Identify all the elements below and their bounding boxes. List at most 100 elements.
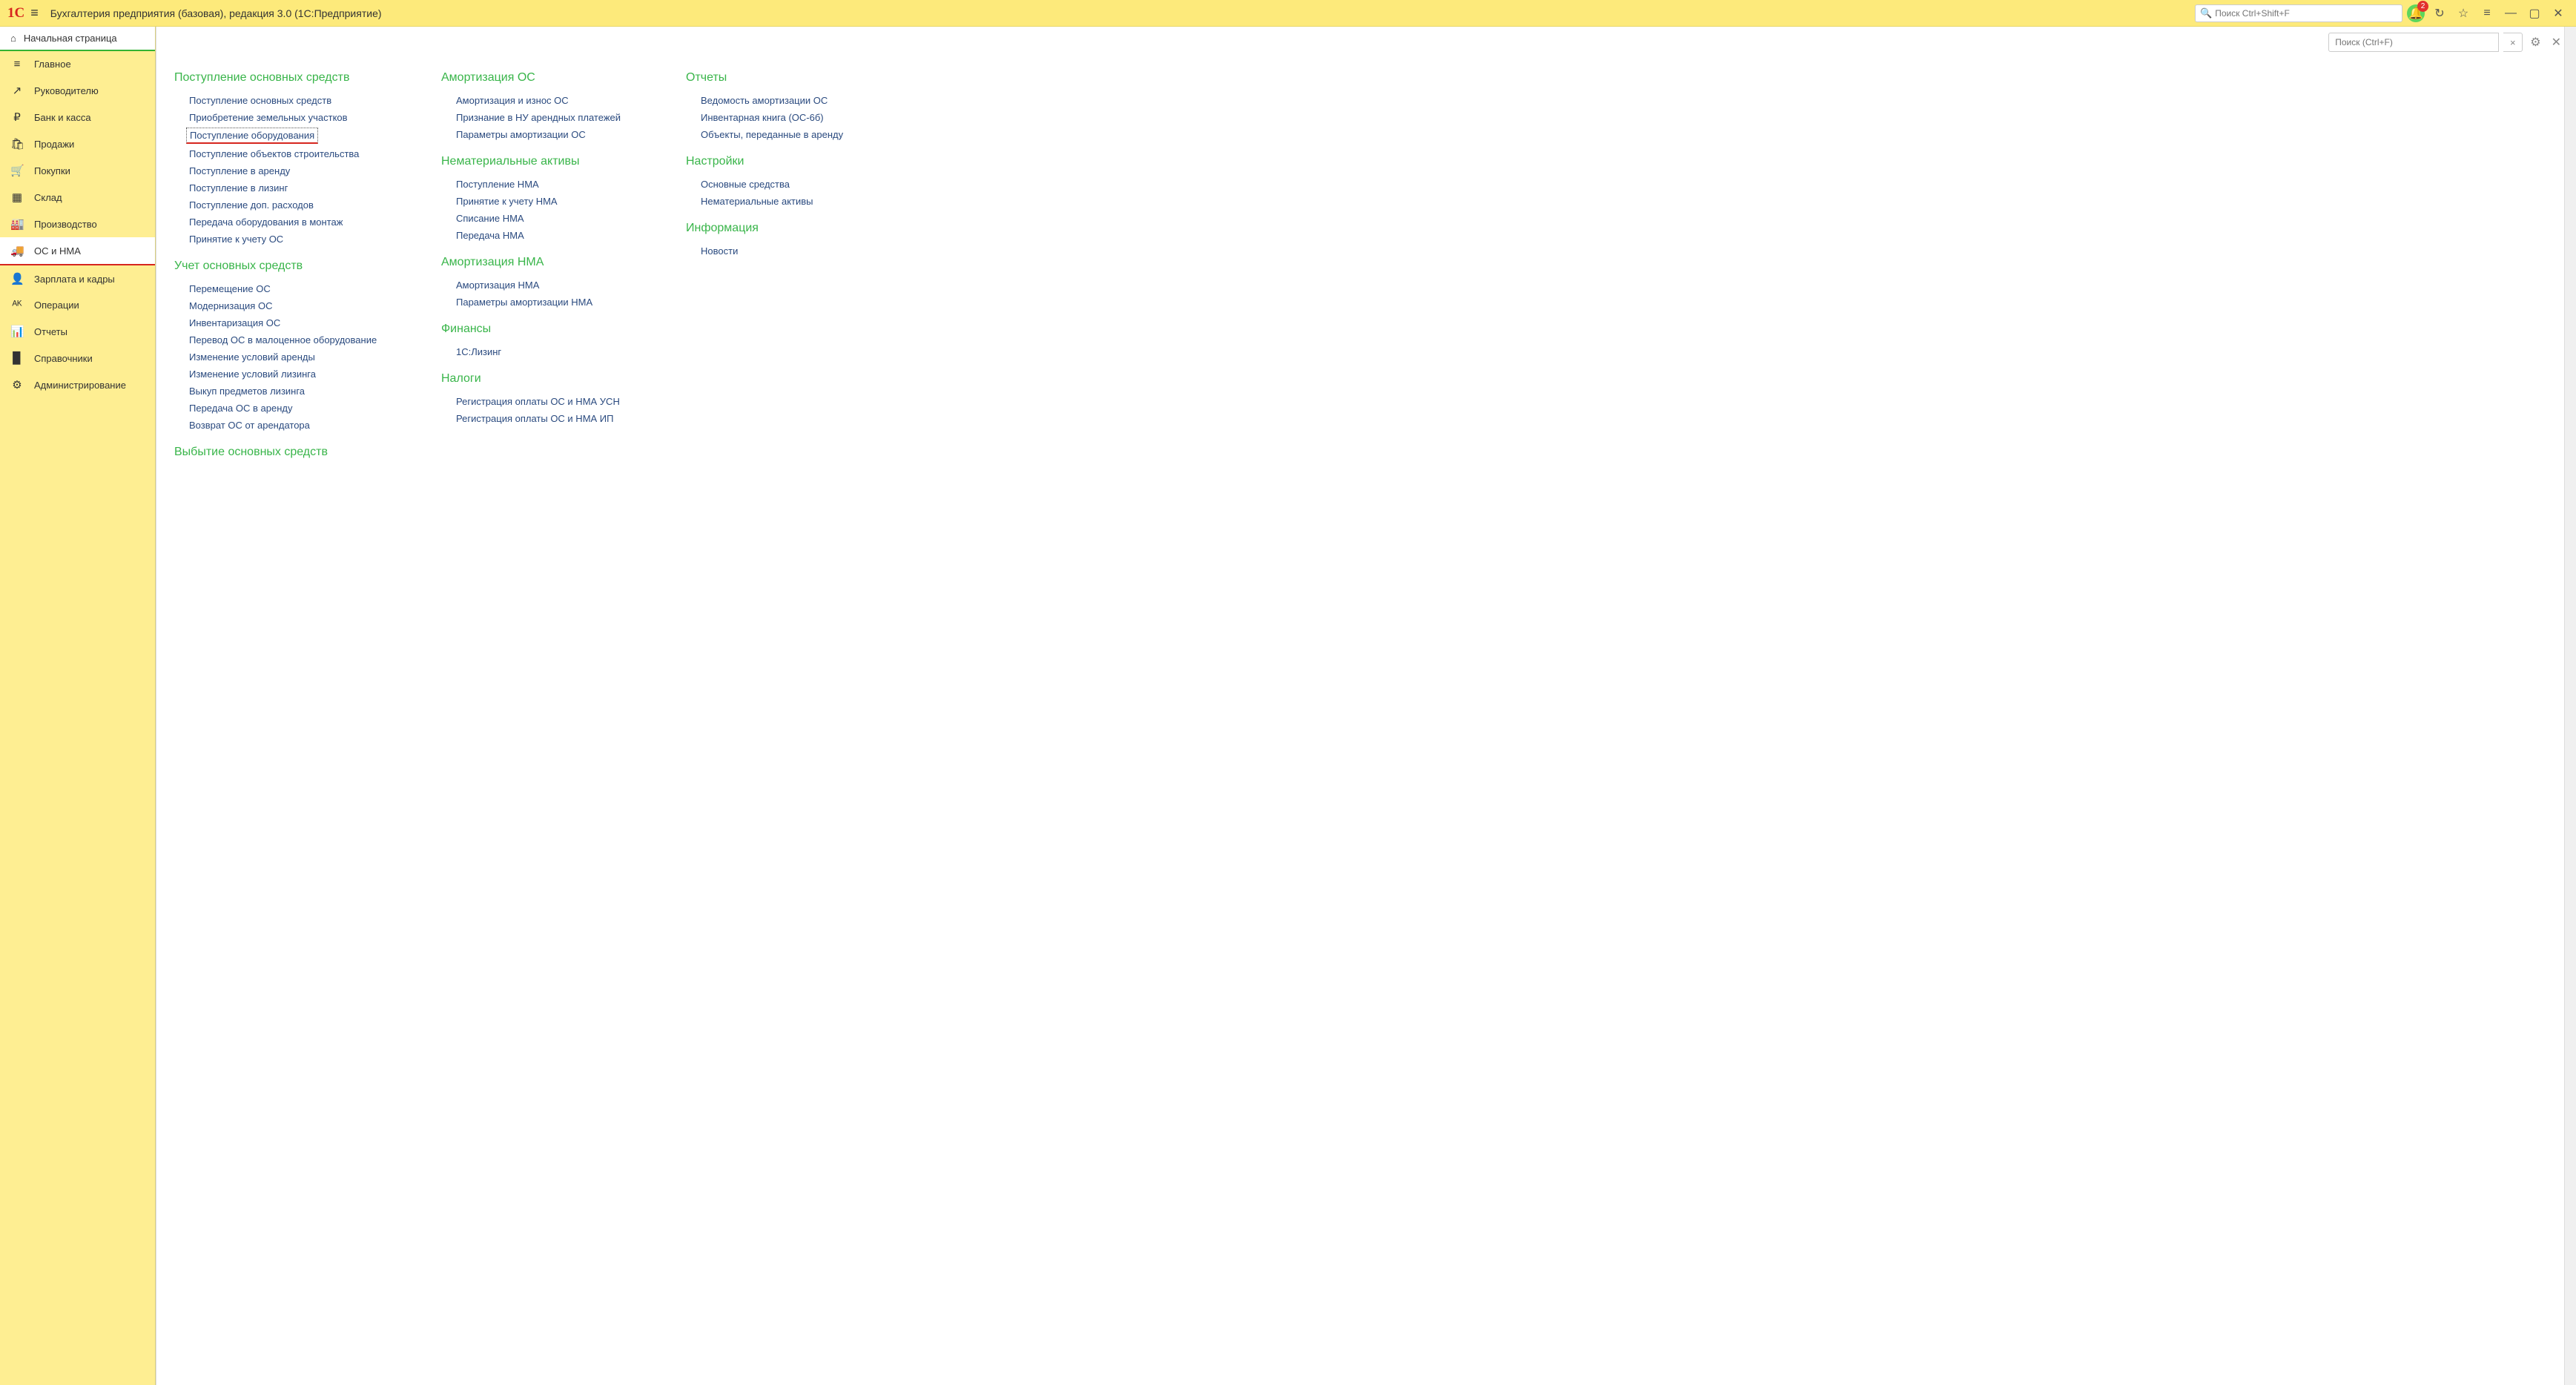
sidebar-item-label: Администрирование bbox=[34, 380, 126, 391]
sidebar-icon: ↗ bbox=[10, 84, 24, 97]
nav-link[interactable]: Поступление объектов строительства bbox=[189, 145, 434, 162]
nav-link[interactable]: Параметры амортизации НМА bbox=[456, 294, 678, 311]
group-heading[interactable]: Амортизация ОС bbox=[441, 71, 678, 85]
sidebar-icon: ᴬᴷ bbox=[10, 299, 24, 311]
sidebar-icon: ▦ bbox=[10, 191, 24, 204]
group-heading[interactable]: Отчеты bbox=[686, 71, 894, 85]
nav-link[interactable]: Возврат ОС от арендатора bbox=[189, 417, 434, 434]
group: Налоги Регистрация оплаты ОС и НМА УСНРег… bbox=[441, 372, 678, 427]
nav-link[interactable]: Передача оборудования в монтаж bbox=[189, 214, 434, 231]
sidebar-item-6[interactable]: 🏭Производство bbox=[0, 211, 155, 237]
nav-link[interactable]: Принятие к учету НМА bbox=[456, 193, 678, 210]
nav-link[interactable]: Нематериальные активы bbox=[701, 193, 894, 210]
history-icon[interactable]: ↻ bbox=[2429, 3, 2450, 24]
nav-link[interactable]: 1С:Лизинг bbox=[456, 343, 678, 360]
nav-link[interactable]: Поступление доп. расходов bbox=[189, 196, 434, 214]
nav-link[interactable]: Регистрация оплаты ОС и НМА УСН bbox=[456, 393, 678, 410]
nav-link[interactable]: Поступление оборудования bbox=[186, 128, 318, 144]
nav-link[interactable]: Признание в НУ арендных платежей bbox=[456, 109, 678, 126]
settings-icon[interactable]: ⚙ bbox=[2527, 35, 2543, 50]
sidebar-item-label: Руководителю bbox=[34, 85, 99, 96]
sidebar-item-3[interactable]: 🛍Продажи bbox=[0, 130, 155, 157]
nav-link[interactable]: Поступление НМА bbox=[456, 176, 678, 193]
sidebar-item-label: Склад bbox=[34, 192, 62, 203]
sidebar-item-label: Операции bbox=[34, 300, 79, 311]
nav-link[interactable]: Поступление в лизинг bbox=[189, 179, 434, 196]
sidebar-item-2[interactable]: ₽Банк и касса bbox=[0, 104, 155, 130]
sidebar-item-10[interactable]: 📊Отчеты bbox=[0, 318, 155, 345]
group-heading[interactable]: Финансы bbox=[441, 323, 678, 336]
favorites-icon[interactable]: ☆ bbox=[2453, 3, 2474, 24]
nav-link[interactable]: Поступление в аренду bbox=[189, 162, 434, 179]
global-search[interactable]: 🔍 bbox=[2195, 4, 2402, 22]
nav-link[interactable]: Передача НМА bbox=[456, 227, 678, 244]
group: Настройки Основные средстваНематериальные… bbox=[686, 155, 894, 210]
nav-link[interactable]: Объекты, переданные в аренду bbox=[701, 126, 894, 143]
sidebar-item-5[interactable]: ▦ Склад bbox=[0, 184, 155, 211]
sidebar-item-8[interactable]: 👤Зарплата и кадры bbox=[0, 265, 155, 292]
notifications-badge: 2 bbox=[2417, 1, 2428, 12]
nav-link[interactable]: Передача ОС в аренду bbox=[189, 400, 434, 417]
group-heading[interactable]: Поступление основных средств bbox=[174, 71, 434, 85]
nav-link[interactable]: Списание НМА bbox=[456, 210, 678, 227]
nav-link[interactable]: Поступление основных средств bbox=[189, 92, 434, 109]
group-heading[interactable]: Налоги bbox=[441, 372, 678, 386]
sidebar-item-label: Зарплата и кадры bbox=[34, 274, 115, 285]
nav-link[interactable]: Ведомость амортизации ОС bbox=[701, 92, 894, 109]
nav-link[interactable]: Перевод ОС в малоценное оборудование bbox=[189, 331, 434, 348]
sidebar-item-12[interactable]: ⚙Администрирование bbox=[0, 371, 155, 398]
content-column-1: Амортизация ОС Амортизация и износ ОСПриз… bbox=[441, 71, 678, 478]
nav-link[interactable]: Основные средства bbox=[701, 176, 894, 193]
nav-link[interactable]: Инвентарная книга (ОС-6б) bbox=[701, 109, 894, 126]
group-heading[interactable]: Амортизация НМА bbox=[441, 256, 678, 269]
main-toolbar: × ⚙ ✕ bbox=[2328, 33, 2564, 52]
minimize-button[interactable]: — bbox=[2500, 3, 2521, 24]
global-search-input[interactable] bbox=[2215, 8, 2397, 19]
group: Поступление основных средств Поступление … bbox=[174, 71, 434, 248]
nav-link[interactable]: Инвентаризация ОС bbox=[189, 314, 434, 331]
group: Отчеты Ведомость амортизации ОСИнвентарна… bbox=[686, 71, 894, 143]
start-page-tab[interactable]: ⌂ Начальная страница bbox=[0, 27, 155, 51]
panel-search-input[interactable] bbox=[2328, 33, 2499, 52]
nav-link[interactable]: Изменение условий аренды bbox=[189, 348, 434, 366]
sidebar-item-0[interactable]: ≡Главное bbox=[0, 51, 155, 77]
maximize-button[interactable]: ▢ bbox=[2524, 3, 2545, 24]
sidebar-item-9[interactable]: ᴬᴷ Операции bbox=[0, 292, 155, 318]
nav-link[interactable]: Амортизация и износ ОС bbox=[456, 92, 678, 109]
nav-link[interactable]: Изменение условий лизинга bbox=[189, 366, 434, 383]
sidebar-item-1[interactable]: ↗ Руководителю bbox=[0, 77, 155, 104]
nav-link[interactable]: Амортизация НМА bbox=[456, 277, 678, 294]
nav-link[interactable]: Принятие к учету ОС bbox=[189, 231, 434, 248]
sidebar-icon: ≡ bbox=[10, 58, 24, 70]
group-heading[interactable]: Информация bbox=[686, 222, 894, 235]
group-heading[interactable]: Учет основных средств bbox=[174, 260, 434, 273]
nav-link[interactable]: Параметры амортизации ОС bbox=[456, 126, 678, 143]
sidebar-icon: ▉ bbox=[10, 351, 24, 365]
close-button[interactable]: ✕ bbox=[2548, 3, 2569, 24]
scrollbar[interactable] bbox=[2564, 27, 2576, 1385]
group-heading[interactable]: Выбытие основных средств bbox=[174, 446, 434, 459]
menu-icon[interactable]: ≡ bbox=[30, 5, 39, 21]
panel-search-clear[interactable]: × bbox=[2503, 33, 2523, 52]
group-items: Ведомость амортизации ОСИнвентарная книг… bbox=[686, 92, 894, 143]
sidebar-icon: 🏭 bbox=[10, 217, 24, 231]
panel-close-icon[interactable]: ✕ bbox=[2549, 35, 2564, 50]
sidebar-item-4[interactable]: 🛒Покупки bbox=[0, 157, 155, 184]
notifications-button[interactable]: 🔔 2 bbox=[2405, 3, 2426, 24]
nav-link[interactable]: Приобретение земельных участков bbox=[189, 109, 434, 126]
group-heading[interactable]: Настройки bbox=[686, 155, 894, 168]
sidebar-item-11[interactable]: ▉Справочники bbox=[0, 345, 155, 371]
nav-link[interactable]: Модернизация ОС bbox=[189, 297, 434, 314]
nav-link[interactable]: Регистрация оплаты ОС и НМА ИП bbox=[456, 410, 678, 427]
lines-icon[interactable]: ≡ bbox=[2477, 3, 2497, 24]
nav-link[interactable]: Перемещение ОС bbox=[189, 280, 434, 297]
nav-link[interactable]: Новости bbox=[701, 242, 894, 260]
sidebar-item-7[interactable]: 🚚ОС и НМА bbox=[0, 237, 155, 265]
start-page-label: Начальная страница bbox=[24, 33, 117, 44]
group-items: Поступление НМАПринятие к учету НМАСписа… bbox=[441, 176, 678, 244]
group-items: Перемещение ОСМодернизация ОСИнвентариза… bbox=[174, 280, 434, 434]
group-heading[interactable]: Нематериальные активы bbox=[441, 155, 678, 168]
nav-link[interactable]: Выкуп предметов лизинга bbox=[189, 383, 434, 400]
sidebar-icon: 🚚 bbox=[10, 244, 24, 257]
sidebar-item-label: Продажи bbox=[34, 139, 74, 150]
